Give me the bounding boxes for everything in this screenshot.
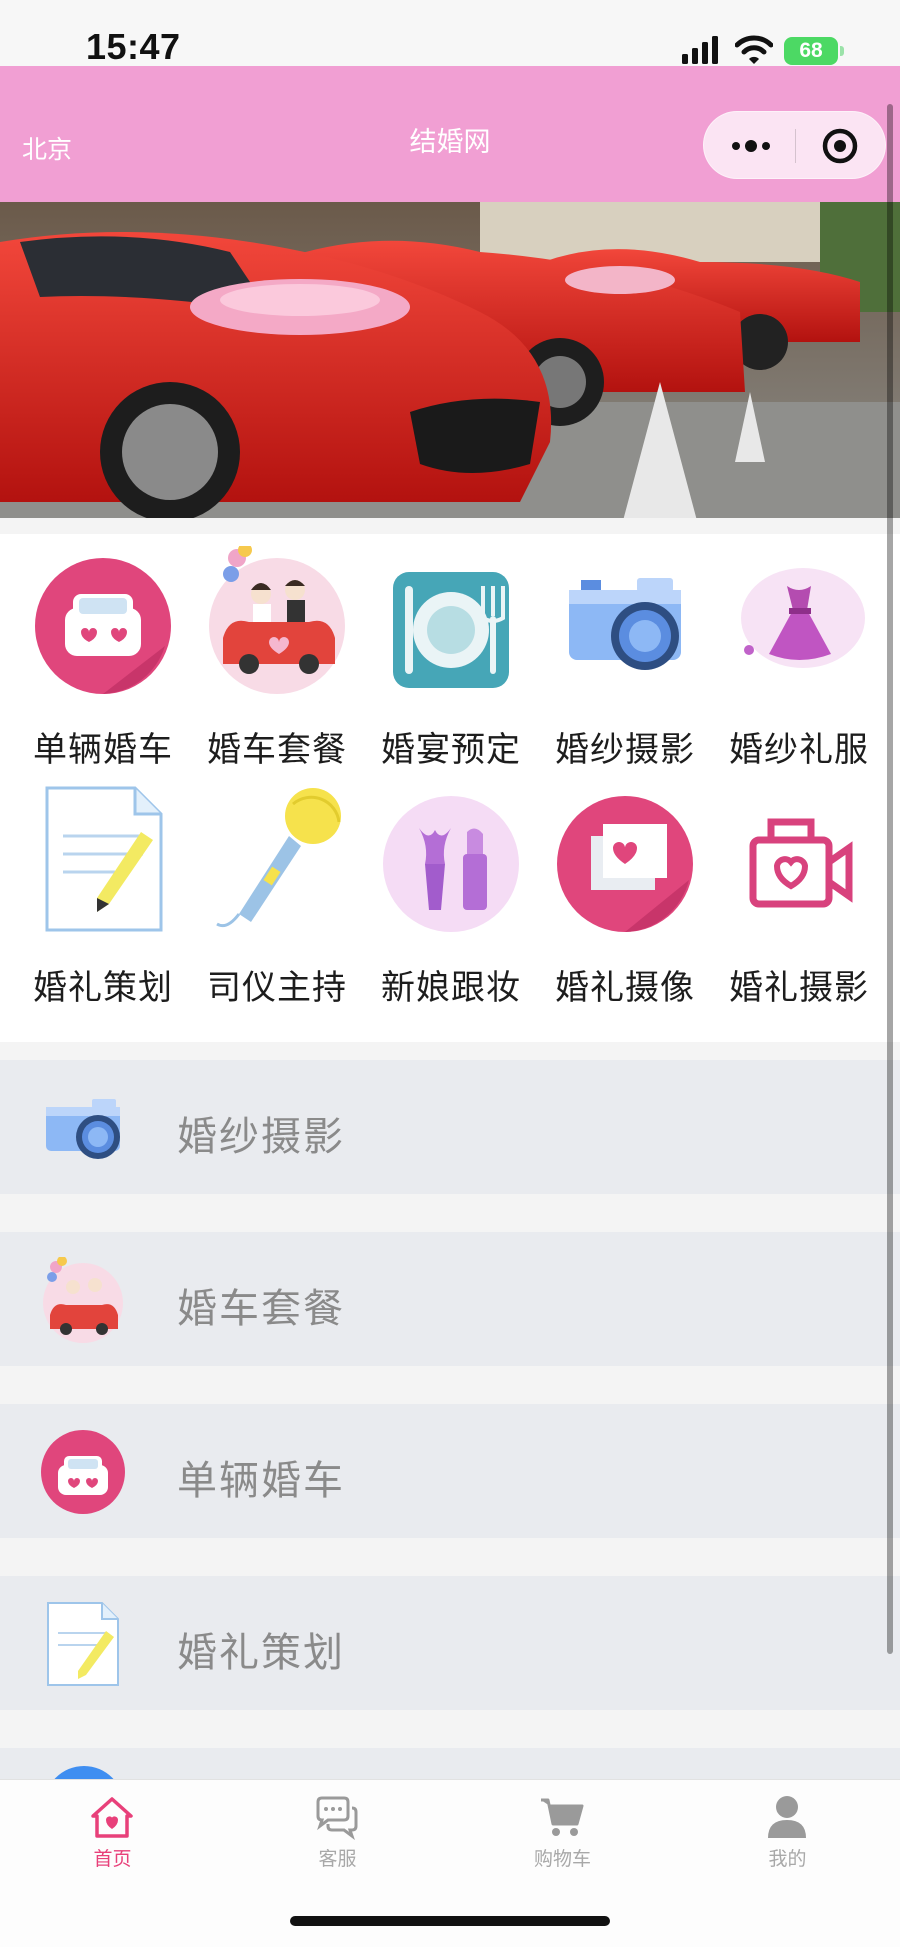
close-miniprogram-icon[interactable]: [820, 126, 860, 166]
category-label: 婚纱礼服: [729, 730, 869, 770]
list-item-label: 单辆婚车: [177, 1458, 345, 1504]
list-item[interactable]: 单辆婚车: [0, 1404, 900, 1538]
home-icon: [91, 1797, 133, 1838]
tab-customer-service[interactable]: 客服: [225, 1780, 450, 1890]
wedding-couple-car-icon: [43, 1257, 123, 1343]
camera-icon: [46, 1099, 120, 1159]
category-label: 婚宴预定: [381, 730, 521, 770]
battery-indicator: 68: [784, 37, 844, 65]
home-indicator: [290, 1916, 610, 1926]
wedding-cars-photo: [0, 202, 900, 518]
list-item-label: 婚纱摄影: [177, 1114, 345, 1160]
category-wedding-photo[interactable]: 婚纱摄影: [538, 534, 712, 770]
camera-icon: [569, 578, 681, 670]
category-label: 婚礼策划: [33, 968, 173, 1008]
category-label: 新娘跟妆: [381, 968, 521, 1008]
status-time: 15:47: [86, 26, 181, 67]
tab-label: 客服: [318, 1848, 357, 1870]
category-wedding-dress[interactable]: 婚纱礼服: [712, 534, 886, 770]
tab-label: 购物车: [533, 1848, 591, 1870]
tab-profile[interactable]: 我的: [675, 1780, 900, 1890]
tab-cart[interactable]: 购物车: [450, 1780, 675, 1890]
wifi-icon: [735, 35, 773, 64]
category-host[interactable]: 司仪主持: [190, 772, 364, 1008]
nav-header: 北京 结婚网: [0, 66, 900, 202]
capsule-divider: [795, 129, 796, 163]
makeup-icon: [383, 796, 519, 932]
miniprogram-capsule: [703, 111, 886, 179]
status-bar: 15:47 68: [0, 0, 900, 67]
category-label: 婚礼摄影: [729, 968, 869, 1008]
category-label: 司仪主持: [207, 968, 347, 1008]
category-label: 婚纱摄影: [555, 730, 695, 770]
plate-cutlery-icon: [393, 572, 509, 688]
scrollbar[interactable]: [887, 104, 893, 1654]
category-banquet[interactable]: 婚宴预定: [364, 534, 538, 770]
category-wedding-planning[interactable]: 婚礼策划: [16, 772, 190, 1008]
document-pencil-icon: [47, 1602, 119, 1686]
tab-home[interactable]: 首页: [0, 1780, 225, 1890]
photo-heart-icon: [557, 796, 693, 932]
dress-icon: [741, 568, 865, 668]
microphone-icon: [216, 788, 341, 928]
more-icon[interactable]: [728, 132, 774, 160]
list-item-label: 婚礼策划: [177, 1630, 345, 1676]
category-car-package[interactable]: 婚车套餐: [190, 534, 364, 770]
category-label: 婚礼摄像: [555, 968, 695, 1008]
list-item[interactable]: 婚纱摄影: [0, 1060, 900, 1194]
car-icon: [35, 558, 171, 694]
banner-image[interactable]: [0, 202, 900, 518]
user-icon: [768, 1796, 806, 1838]
signal-icon: [682, 36, 718, 64]
category-single-car[interactable]: 单辆婚车: [16, 534, 190, 770]
category-wedding-photography[interactable]: 婚礼摄影: [712, 772, 886, 1008]
document-pencil-icon: [45, 786, 163, 932]
list-item[interactable]: 婚车套餐: [0, 1232, 900, 1366]
category-grid: 单辆婚车 婚车套餐 婚宴预定 婚纱摄影 婚纱礼服 婚礼策划 司仪主持 新娘跟妆 …: [0, 534, 900, 1042]
tab-label: 我的: [768, 1848, 807, 1870]
video-camera-heart-icon: [749, 818, 853, 908]
chat-icon: [316, 1796, 358, 1840]
list-item-label: 婚车套餐: [177, 1286, 345, 1332]
wedding-couple-car-icon: [209, 546, 345, 694]
cart-icon: [541, 1798, 584, 1836]
category-wedding-video[interactable]: 婚礼摄像: [538, 772, 712, 1008]
tab-label: 首页: [93, 1848, 132, 1870]
category-label: 婚车套餐: [207, 730, 347, 770]
car-icon: [41, 1430, 125, 1514]
list-item[interactable]: 婚礼策划: [0, 1576, 900, 1710]
category-label: 单辆婚车: [33, 730, 173, 770]
category-bridal-makeup[interactable]: 新娘跟妆: [364, 772, 538, 1008]
battery-level: 68: [799, 39, 823, 62]
